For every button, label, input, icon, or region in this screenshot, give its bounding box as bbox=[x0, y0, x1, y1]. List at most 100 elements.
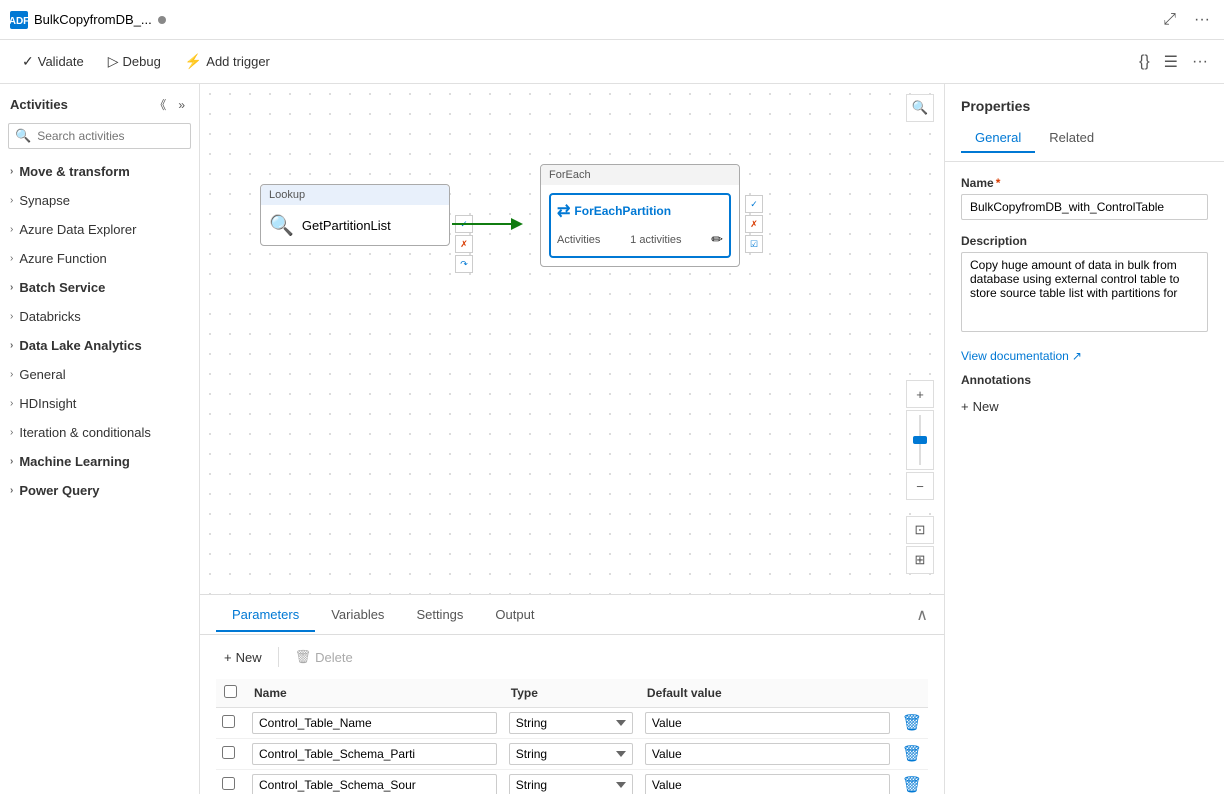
description-textarea[interactable]: Copy huge amount of data in bulk from da… bbox=[961, 252, 1208, 332]
row-checkbox[interactable] bbox=[222, 746, 235, 759]
foreach-status-btn-2[interactable]: ✗ bbox=[745, 215, 763, 233]
col-default: Default value bbox=[639, 679, 896, 708]
sidebar-item-azure-function[interactable]: › Azure Function bbox=[0, 244, 199, 273]
expand-icon[interactable]: ⤢ bbox=[1159, 9, 1180, 31]
sidebar-item-general[interactable]: › General bbox=[0, 360, 199, 389]
sidebar-item-iteration-conditionals[interactable]: › Iteration & conditionals bbox=[0, 418, 199, 447]
more-options-icon[interactable]: ··· bbox=[1188, 51, 1212, 73]
edit-activities-icon[interactable]: ✏ bbox=[711, 231, 723, 248]
sidebar-item-data-lake-analytics[interactable]: › Data Lake Analytics bbox=[0, 331, 199, 360]
zoom-handle bbox=[913, 436, 927, 444]
tab-parameters[interactable]: Parameters bbox=[216, 599, 315, 632]
name-input[interactable] bbox=[961, 194, 1208, 220]
sidebar: Activities 《 » 🔍 › Move & transform › Sy… bbox=[0, 84, 200, 794]
param-default-input[interactable] bbox=[645, 743, 890, 765]
foreach-status-btn-1[interactable]: ✓ bbox=[745, 195, 763, 213]
sidebar-item-move-transform[interactable]: › Move & transform bbox=[0, 157, 199, 186]
action-separator bbox=[278, 647, 279, 667]
row-checkbox[interactable] bbox=[222, 777, 235, 790]
zoom-in-icon[interactable]: + bbox=[906, 380, 934, 408]
tab-output[interactable]: Output bbox=[479, 599, 550, 632]
external-link-icon: ↗ bbox=[1072, 349, 1082, 363]
prop-name-group: Name * bbox=[961, 176, 1208, 220]
app-icon: ADF bbox=[10, 11, 28, 29]
foreach-activities: Activities 1 activities ✏ bbox=[557, 229, 723, 250]
delete-row-button[interactable]: 🗑 bbox=[902, 744, 922, 764]
add-trigger-button[interactable]: ⚡ Add trigger bbox=[175, 48, 280, 75]
delete-row-button[interactable]: 🗑 bbox=[902, 775, 922, 794]
tab-settings[interactable]: Settings bbox=[400, 599, 479, 632]
main-layout: Activities 《 » 🔍 › Move & transform › Sy… bbox=[0, 84, 1224, 794]
param-name-input[interactable] bbox=[252, 743, 497, 765]
chevron-icon: › bbox=[10, 282, 13, 293]
new-parameter-button[interactable]: + New bbox=[216, 646, 270, 669]
validate-button[interactable]: ✓ Validate bbox=[12, 48, 94, 75]
param-name-input[interactable] bbox=[252, 712, 497, 734]
foreach-title: ⇄ ForEachPartition bbox=[557, 201, 723, 221]
props-tab-general[interactable]: General bbox=[961, 124, 1035, 153]
chevron-icon: › bbox=[10, 398, 13, 409]
param-type-select[interactable]: StringBoolIntFloatArrayObjectSecureStrin… bbox=[509, 774, 633, 794]
layout-icon[interactable]: ⊞ bbox=[906, 546, 934, 574]
chevron-icon: › bbox=[10, 195, 13, 206]
bottom-content: + New 🗑 Delete Name Type bbox=[200, 635, 944, 794]
sidebar-item-databricks[interactable]: › Databricks bbox=[0, 302, 199, 331]
status-btn-1[interactable]: ✓ bbox=[455, 215, 473, 233]
debug-button[interactable]: ▷ Debug bbox=[98, 48, 171, 75]
props-body: Name * Description Copy huge amount of d… bbox=[945, 162, 1224, 794]
code-icon[interactable]: {} bbox=[1135, 51, 1154, 73]
sidebar-item-hdinsight[interactable]: › HDInsight bbox=[0, 389, 199, 418]
delete-parameter-button[interactable]: 🗑 Delete bbox=[287, 645, 361, 669]
row-checkbox[interactable] bbox=[222, 715, 235, 728]
chevron-icon: › bbox=[10, 253, 13, 264]
status-btn-2[interactable]: ✗ bbox=[455, 235, 473, 253]
bottom-panel-close-icon[interactable]: ∧ bbox=[916, 605, 928, 625]
required-marker: * bbox=[996, 176, 1001, 190]
chevron-icon: › bbox=[10, 311, 13, 322]
toolbar: ✓ Validate ▷ Debug ⚡ Add trigger {} ☰ ··… bbox=[0, 40, 1224, 84]
view-documentation-link[interactable]: View documentation ↗ bbox=[961, 349, 1208, 363]
zoom-out-icon[interactable]: − bbox=[906, 472, 934, 500]
param-name-input[interactable] bbox=[252, 774, 497, 794]
sidebar-item-batch-service[interactable]: › Batch Service bbox=[0, 273, 199, 302]
annotations-section: Annotations + New bbox=[961, 373, 1208, 418]
chevron-icon: › bbox=[10, 427, 13, 438]
lookup-node-header: Lookup bbox=[261, 185, 449, 205]
canvas-separator bbox=[906, 502, 934, 514]
select-all-checkbox[interactable] bbox=[224, 685, 237, 698]
param-default-input[interactable] bbox=[645, 774, 890, 794]
fit-view-icon[interactable]: ⊡ bbox=[906, 516, 934, 544]
sidebar-search-container: 🔍 bbox=[8, 123, 191, 149]
add-annotation-button[interactable]: + New bbox=[961, 395, 999, 418]
top-bar-title: BulkCopyfromDB_... bbox=[34, 12, 152, 27]
format-icon[interactable]: ☰ bbox=[1160, 50, 1182, 74]
delete-row-button[interactable]: 🗑 bbox=[902, 713, 922, 733]
lookup-node[interactable]: Lookup 🔍 GetPartitionList ✓ ✗ ↷ bbox=[260, 184, 450, 246]
foreach-node[interactable]: ForEach ⇄ ForEachPartition Activities 1 … bbox=[540, 164, 740, 267]
status-btn-3[interactable]: ↷ bbox=[455, 255, 473, 273]
chevron-icon: › bbox=[10, 485, 13, 496]
unsaved-indicator bbox=[158, 16, 166, 24]
chevron-icon: › bbox=[10, 224, 13, 235]
param-type-select[interactable]: StringBoolIntFloatArrayObjectSecureStrin… bbox=[509, 712, 633, 734]
canvas-search-icon[interactable]: 🔍 bbox=[906, 94, 934, 122]
sidebar-item-power-query[interactable]: › Power Query bbox=[0, 476, 199, 505]
zoom-slider[interactable] bbox=[906, 410, 934, 470]
top-bar: ADF BulkCopyfromDB_... ⤢ ··· bbox=[0, 0, 1224, 40]
sidebar-item-synapse[interactable]: › Synapse bbox=[0, 186, 199, 215]
expand-all-icon[interactable]: » bbox=[174, 94, 189, 115]
top-bar-right: ⤢ ··· bbox=[1159, 9, 1214, 31]
pipeline-canvas[interactable]: 🔍 Lookup 🔍 GetPartitionList ✓ ✗ ↷ bbox=[200, 84, 944, 594]
sidebar-item-azure-data-explorer[interactable]: › Azure Data Explorer bbox=[0, 215, 199, 244]
collapse-icon[interactable]: 《 bbox=[150, 94, 170, 115]
svg-text:ADF: ADF bbox=[10, 16, 28, 27]
props-tab-related[interactable]: Related bbox=[1035, 124, 1108, 153]
bottom-panel: Parameters Variables Settings Output ∧ +… bbox=[200, 594, 944, 794]
foreach-status-btn-3[interactable]: ☑ bbox=[745, 235, 763, 253]
param-default-input[interactable] bbox=[645, 712, 890, 734]
more-icon[interactable]: ··· bbox=[1190, 9, 1214, 31]
search-input[interactable] bbox=[37, 129, 184, 143]
tab-variables[interactable]: Variables bbox=[315, 599, 400, 632]
param-type-select[interactable]: StringBoolIntFloatArrayObjectSecureStrin… bbox=[509, 743, 633, 765]
sidebar-item-machine-learning[interactable]: › Machine Learning bbox=[0, 447, 199, 476]
